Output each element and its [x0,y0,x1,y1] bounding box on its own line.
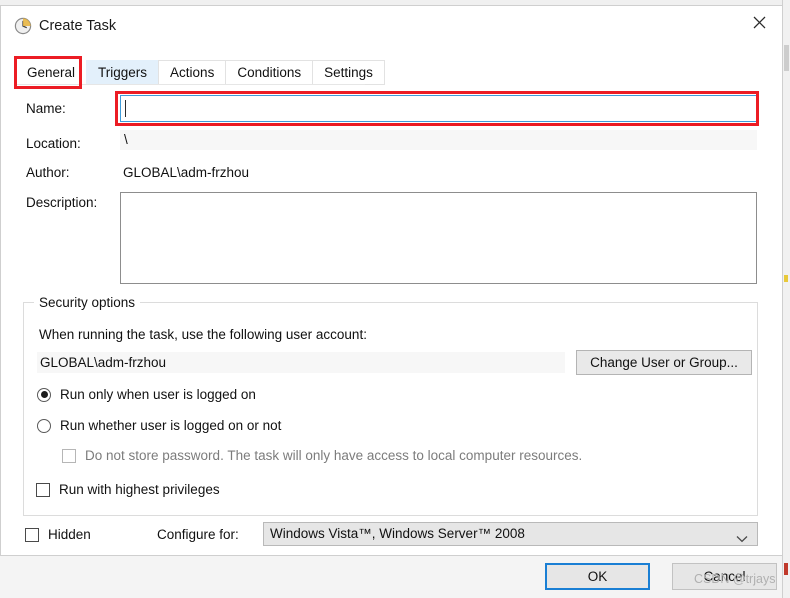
location-label: Location: [26,136,81,151]
name-label: Name: [26,101,66,116]
description-input[interactable] [120,192,757,284]
background-accent-marker-2 [784,563,788,575]
checkbox-icon-hidden [25,527,39,542]
background-window-edge [782,0,790,598]
radio-icon-unchecked [37,418,51,433]
tab-conditions[interactable]: Conditions [225,60,313,85]
cancel-button-label: Cancel [703,569,746,584]
tab-triggers-label: Triggers [98,65,148,80]
create-task-dialog: Create Task General Triggers Actions Con… [0,5,783,556]
change-user-or-group-label: Change User or Group... [590,355,738,370]
tab-actions-label: Actions [170,65,215,80]
dialog-title: Create Task [39,18,117,34]
description-label: Description: [26,195,98,210]
security-options-caption: When running the task, use the following… [39,327,367,342]
configure-for-label: Configure for: [157,527,239,542]
ok-button-label: OK [587,569,608,584]
configure-for-select[interactable]: Windows Vista™, Windows Server™ 2008 [263,522,758,546]
author-value: GLOBAL\adm-frzhou [123,165,250,180]
tab-general[interactable]: General [15,60,87,85]
tab-triggers[interactable]: Triggers [86,60,159,85]
ok-button[interactable]: OK [545,563,650,590]
tab-settings-label: Settings [324,65,373,80]
checkbox-run-with-highest-privileges-label: Run with highest privileges [59,482,220,497]
radio-run-only-when-logged-on-label: Run only when user is logged on [60,387,256,402]
checkbox-hidden-label: Hidden [48,527,91,542]
radio-run-only-when-logged-on[interactable]: Run only when user is logged on [37,387,256,402]
background-scrollbar-thumb[interactable] [784,45,789,71]
change-user-or-group-button[interactable]: Change User or Group... [576,350,752,375]
tabstrip-divider [15,84,365,85]
user-account-value: GLOBAL\adm-frzhou [37,352,565,373]
dialog-titlebar: Create Task [1,6,782,47]
checkbox-hidden[interactable]: Hidden [25,527,91,542]
tab-general-label: General [27,65,76,80]
author-label: Author: [26,165,70,180]
radio-icon-checked [37,387,51,402]
clock-task-icon [14,17,32,35]
name-input[interactable] [120,95,757,122]
configure-for-value: Windows Vista™, Windows Server™ 2008 [270,526,525,541]
text-caret [125,100,126,117]
tab-actions[interactable]: Actions [158,60,226,85]
checkbox-do-not-store-password-label: Do not store password. The task will onl… [85,448,583,463]
chevron-down-icon [736,530,748,548]
checkbox-do-not-store-password[interactable]: Do not store password. The task will onl… [62,448,582,463]
checkbox-run-with-highest-privileges[interactable]: Run with highest privileges [36,482,220,497]
security-options-title: Security options [34,295,141,310]
cancel-button[interactable]: Cancel [672,563,777,590]
tabstrip: General Triggers Actions Conditions Sett… [15,60,385,85]
radio-run-whether-logged-on-or-not-label: Run whether user is logged on or not [60,418,282,433]
checkbox-icon-disabled [62,448,76,463]
location-value: \ [120,130,757,150]
close-icon[interactable] [736,6,782,38]
background-accent-marker [784,275,788,282]
tab-settings[interactable]: Settings [312,60,385,85]
radio-run-whether-logged-on-or-not[interactable]: Run whether user is logged on or not [37,418,281,433]
checkbox-icon-unchecked [36,482,50,497]
tab-conditions-label: Conditions [237,65,302,80]
